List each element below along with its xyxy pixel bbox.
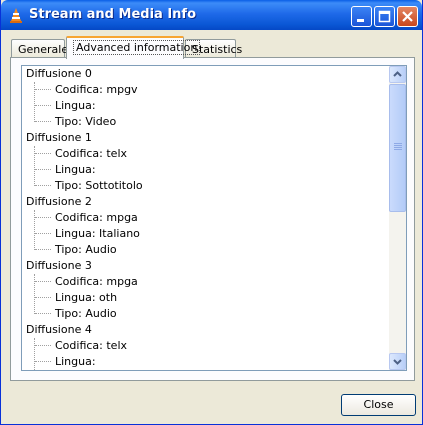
tree-line — [34, 338, 35, 370]
window-title: Stream and Media Info — [29, 7, 197, 22]
stream-node[interactable]: Diffusione 4 — [26, 322, 92, 338]
vertical-scrollbar[interactable] — [389, 66, 406, 370]
tree-line — [35, 89, 51, 90]
thumb-grip — [394, 143, 402, 144]
tree-line — [34, 274, 35, 314]
maximize-icon — [378, 10, 391, 23]
tree-content: Diffusione 0 Codifica: mpgv Lingua: Tipo… — [22, 66, 390, 370]
tab-generale[interactable]: Generale — [11, 39, 69, 58]
stream-tree[interactable]: Diffusione 0 Codifica: mpgv Lingua: Tipo… — [21, 65, 407, 371]
stream-property[interactable]: Tipo: Audio — [55, 242, 117, 258]
stream-property[interactable]: Lingua: — [55, 98, 96, 114]
tree-line — [35, 217, 51, 218]
tree-line — [35, 105, 51, 106]
tree-line — [34, 146, 35, 186]
tree-line — [35, 121, 51, 122]
close-window-button[interactable] — [397, 6, 418, 27]
tab-panel: Diffusione 0 Codifica: mpgv Lingua: Tipo… — [10, 57, 415, 381]
stream-property[interactable]: Lingua: — [55, 162, 96, 178]
tree-line — [35, 169, 51, 170]
close-button[interactable]: Close — [341, 394, 416, 416]
stream-property[interactable]: Codifica: mpgv — [55, 82, 138, 98]
tree-line — [35, 185, 51, 186]
minimize-icon — [357, 19, 364, 22]
tree-line — [34, 210, 35, 250]
close-icon — [402, 11, 413, 22]
tree-line — [35, 345, 51, 346]
tab-generale-label: Generale — [18, 43, 69, 56]
tab-advanced-information[interactable]: Advanced information — [66, 36, 201, 59]
stream-property[interactable]: Codifica: mpga — [55, 274, 138, 290]
thumb-grip — [394, 149, 402, 150]
tree-line — [35, 153, 51, 154]
stream-node[interactable]: Diffusione 1 — [26, 130, 92, 146]
chevron-up-icon — [393, 71, 402, 77]
tree-line — [35, 313, 51, 314]
stream-property[interactable]: Lingua: Italiano — [55, 226, 140, 242]
scroll-up-button[interactable] — [389, 66, 406, 83]
stream-media-info-window: Stream and Media Info Generale Advanced … — [0, 0, 423, 425]
stream-node[interactable]: Diffusione 3 — [26, 258, 92, 274]
thumb-grip — [394, 145, 402, 146]
tab-advanced-information-label: Advanced information — [73, 40, 201, 55]
tree-line — [34, 82, 35, 122]
stream-node[interactable]: Diffusione 2 — [26, 194, 92, 210]
tree-line — [35, 361, 51, 362]
scroll-down-button[interactable] — [389, 353, 406, 370]
minimize-button[interactable] — [351, 6, 372, 27]
stream-property[interactable]: Codifica: telx — [55, 338, 127, 354]
maximize-button[interactable] — [374, 6, 395, 27]
chevron-down-icon — [393, 359, 402, 365]
stream-property[interactable]: Tipo: Video — [55, 114, 116, 130]
tree-line — [35, 297, 51, 298]
stream-property[interactable]: Lingua: — [55, 354, 96, 370]
tree-line — [35, 233, 51, 234]
stream-node[interactable]: Diffusione 0 — [26, 66, 92, 82]
title-bar[interactable]: Stream and Media Info — [1, 0, 422, 30]
stream-property[interactable]: Lingua: oth — [55, 290, 117, 306]
tree-line — [35, 249, 51, 250]
thumb-grip — [394, 147, 402, 148]
tree-line — [35, 281, 51, 282]
stream-property[interactable]: Tipo: Sottotitolo — [55, 178, 143, 194]
stream-property[interactable]: Codifica: telx — [55, 146, 127, 162]
vlc-cone-icon — [10, 8, 22, 23]
stream-property[interactable]: Tipo: Audio — [55, 306, 117, 322]
scroll-thumb[interactable] — [389, 84, 406, 212]
stream-property[interactable]: Codifica: mpga — [55, 210, 138, 226]
